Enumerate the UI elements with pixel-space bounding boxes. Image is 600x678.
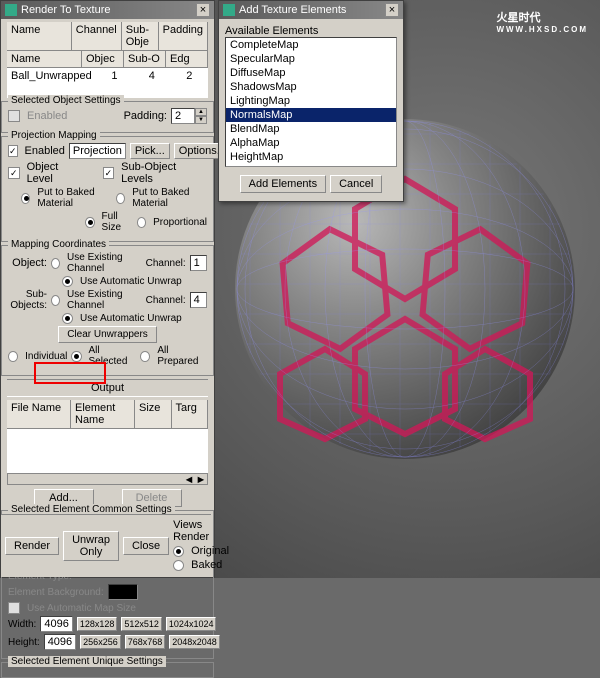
watermark-logo: 火星时代 WWW.HXSD.COM: [496, 8, 588, 34]
cancel-button[interactable]: Cancel: [330, 175, 382, 193]
height-input[interactable]: 4096: [44, 634, 76, 650]
scroll-right-icon[interactable]: ►: [195, 474, 207, 484]
dialog-titlebar[interactable]: Add Texture Elements ×: [219, 1, 403, 19]
col-filename[interactable]: File Name: [7, 400, 71, 428]
list-item[interactable]: SpecularMap: [226, 52, 396, 66]
panel-title: Render To Texture: [21, 4, 110, 16]
sub-object-levels-checkbox[interactable]: [103, 167, 115, 179]
bg-color-swatch: [108, 584, 138, 600]
individual-radio[interactable]: [8, 351, 18, 362]
put-baked-radio-1[interactable]: [21, 193, 30, 204]
table-header-row: Name Channel Sub-Obje Padding: [7, 22, 208, 51]
all-prepared-radio[interactable]: [140, 351, 150, 362]
list-item[interactable]: NormalsMap: [226, 108, 396, 122]
add-elements-button[interactable]: Add Elements: [240, 175, 326, 193]
projection-dropdown[interactable]: Projection: [69, 143, 126, 159]
list-item[interactable]: DiffuseMap: [226, 66, 396, 80]
pick-button[interactable]: Pick...: [130, 143, 170, 159]
list-item[interactable]: AlphaMap: [226, 136, 396, 150]
size-768-button[interactable]: 768x768: [125, 635, 166, 649]
col-element[interactable]: Element Name: [71, 400, 135, 428]
enabled-checkbox: [8, 110, 20, 122]
object-level-checkbox[interactable]: [8, 167, 20, 179]
projection-mapping-group: Projection Mapping Enabled Projection Pi…: [1, 136, 214, 242]
selected-object-settings-group: Selected Object Settings Enabled Padding…: [1, 101, 214, 133]
col-subobj[interactable]: Sub-Obje: [122, 22, 159, 50]
close-button[interactable]: Close: [123, 537, 169, 555]
app-icon: [5, 4, 17, 16]
size-2048-button[interactable]: 2048x2048: [169, 635, 220, 649]
put-baked-radio-2[interactable]: [116, 193, 125, 204]
size-256-button[interactable]: 256x256: [80, 635, 121, 649]
projection-enabled-checkbox[interactable]: [8, 145, 18, 157]
subobj-auto-radio[interactable]: [62, 313, 73, 324]
all-selected-radio[interactable]: [71, 351, 81, 362]
close-icon[interactable]: ×: [196, 3, 210, 17]
list-item[interactable]: CompleteMap: [226, 38, 396, 52]
scroll-left-icon[interactable]: ◄: [183, 474, 195, 484]
size-128-button[interactable]: 128x128: [77, 617, 118, 631]
proportional-radio[interactable]: [137, 217, 146, 228]
size-1024-button[interactable]: 1024x1024: [166, 617, 217, 631]
col-name[interactable]: Name: [7, 22, 72, 50]
available-elements-label: Available Elements: [225, 25, 397, 37]
render-to-texture-panel: Render To Texture × Name Channel Sub-Obj…: [0, 0, 215, 578]
obj-auto-radio[interactable]: [62, 276, 73, 287]
mapping-coordinates-group: Mapping Coordinates Object: Use Existing…: [1, 245, 214, 376]
width-input[interactable]: 4096: [40, 616, 72, 632]
auto-map-size-checkbox: [8, 602, 20, 614]
channel-4-input[interactable]: 4: [190, 292, 207, 308]
add-texture-elements-dialog: Add Texture Elements × Available Element…: [218, 0, 404, 202]
col-padding[interactable]: Padding: [159, 22, 208, 50]
list-item[interactable]: Ambient Occlusion (MR): [226, 164, 396, 167]
list-item[interactable]: ShadowsMap: [226, 80, 396, 94]
close-icon[interactable]: ×: [385, 3, 399, 17]
subobj-existing-radio[interactable]: [51, 295, 60, 306]
dialog-title: Add Texture Elements: [239, 4, 346, 16]
unwrap-only-button[interactable]: Unwrap Only: [63, 531, 119, 561]
output-table: File Name Element Name Size Targ ◄ ► Add…: [7, 400, 208, 507]
highlight-add-button: [34, 362, 106, 384]
baked-radio[interactable]: [173, 560, 184, 571]
list-item[interactable]: LightingMap: [226, 94, 396, 108]
original-radio[interactable]: [173, 546, 184, 557]
panel-titlebar[interactable]: Render To Texture ×: [1, 1, 214, 19]
clear-unwrappers-button[interactable]: Clear Unwrappers: [58, 326, 157, 343]
bottom-bar: Render Unwrap Only Close Views Render Or…: [1, 514, 211, 577]
obj-existing-radio[interactable]: [51, 258, 60, 269]
element-unique-settings-group: Selected Element Unique Settings: [1, 662, 214, 678]
table-subheader-row: Name Objec Sub-O Edg: [7, 51, 208, 68]
col-targ[interactable]: Targ: [172, 400, 209, 428]
size-512-button[interactable]: 512x512: [121, 617, 162, 631]
elements-listbox[interactable]: CompleteMapSpecularMapDiffuseMapShadowsM…: [225, 37, 397, 167]
channel-1-input[interactable]: 1: [190, 255, 207, 271]
list-item[interactable]: BlendMap: [226, 122, 396, 136]
full-size-radio[interactable]: [85, 217, 94, 228]
table-row[interactable]: Ball_Unwrapped 1 4 2: [7, 68, 208, 84]
list-item[interactable]: HeightMap: [226, 150, 396, 164]
col-size[interactable]: Size: [135, 400, 172, 428]
app-icon: [223, 4, 235, 16]
col-channel[interactable]: Channel: [72, 22, 122, 50]
objects-table: Name Channel Sub-Obje Padding Name Objec…: [7, 22, 208, 98]
render-button[interactable]: Render: [5, 537, 59, 555]
padding-spinner[interactable]: 2 ▲▼: [171, 108, 207, 124]
